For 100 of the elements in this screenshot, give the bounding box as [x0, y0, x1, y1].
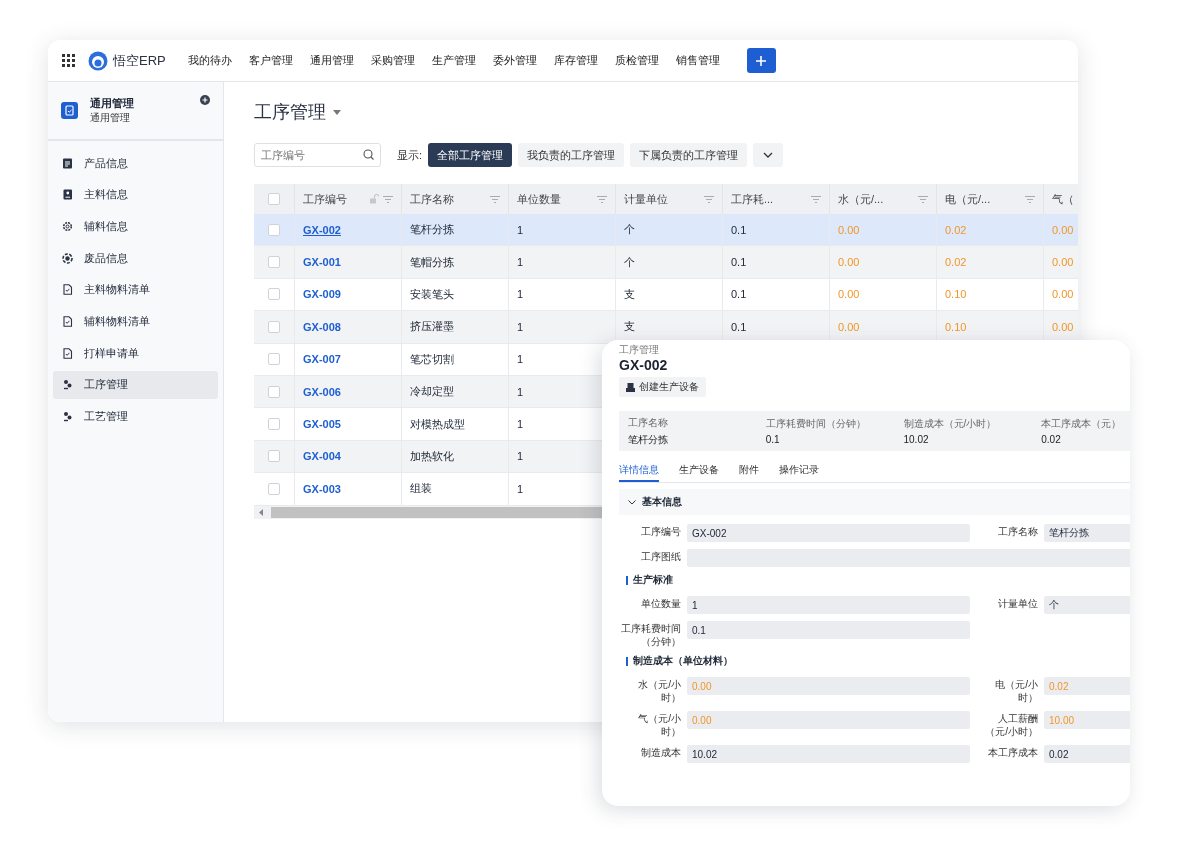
nav-link[interactable]: 采购管理 — [370, 53, 415, 68]
table-cell: 0.02 — [945, 256, 967, 269]
table-cell: 1 — [517, 256, 524, 269]
apps-grid-icon[interactable] — [62, 53, 76, 68]
filter-icon[interactable] — [597, 195, 607, 203]
filter-tab[interactable]: 我负责的工序管理 — [518, 143, 625, 167]
row-checkbox[interactable] — [268, 482, 280, 495]
table-row[interactable]: GX-009 安装笔头 1 支 0.1 0.00 0.10 0.00 — [254, 278, 1078, 312]
sidebar-item[interactable]: 产品信息 — [53, 149, 218, 177]
table-row[interactable]: GX-008 挤压灌墨 1 支 0.1 0.00 0.10 0.00 — [254, 311, 1078, 344]
filter-icon[interactable] — [704, 195, 714, 203]
section-header[interactable]: 基本信息 — [619, 489, 1130, 515]
nav-link[interactable]: 库存管理 — [553, 53, 598, 68]
detail-tab[interactable]: 操作记录 — [779, 463, 819, 482]
code-link[interactable]: GX-004 — [303, 450, 341, 463]
column-header[interactable]: 计量单位 — [624, 191, 698, 207]
nav-link[interactable]: 委外管理 — [492, 53, 537, 68]
row-checkbox[interactable] — [268, 223, 280, 236]
input-field[interactable]: GX-002 — [687, 524, 970, 542]
table-row[interactable]: GX-002 笔杆分拣 1 个 0.1 0.00 0.02 0.00 — [254, 214, 1078, 247]
column-header[interactable]: 单位数量 — [517, 191, 591, 207]
input-field[interactable]: 个 — [1044, 596, 1130, 614]
table-cell: 0.00 — [1052, 320, 1074, 333]
sidebar-item[interactable]: 主料物料清单 — [53, 275, 218, 304]
column-header[interactable]: 工序耗... — [731, 191, 805, 207]
column-header[interactable]: 气（ — [1052, 191, 1078, 207]
code-link[interactable]: GX-008 — [303, 320, 341, 333]
table-cell: 0.1 — [731, 320, 747, 333]
printer-icon — [626, 382, 635, 392]
column-header[interactable]: 电（元/... — [945, 191, 1019, 207]
select-all-checkbox[interactable] — [268, 193, 280, 205]
search-field[interactable]: 工序编号 — [254, 143, 381, 167]
section-title: 基本信息 — [642, 495, 682, 509]
summary-value: 笔杆分拣 — [628, 432, 669, 447]
chevron-icon[interactable] — [628, 499, 636, 505]
code-link[interactable]: GX-003 — [303, 482, 341, 495]
nav-link[interactable]: 生产管理 — [431, 53, 476, 68]
column-header[interactable]: 水（元/... — [838, 191, 912, 207]
column-header[interactable]: 工序名称 — [410, 191, 484, 207]
summary-label: 本工序成本（元） — [1041, 417, 1123, 431]
nav-link[interactable]: 我的待办 — [187, 53, 232, 68]
table-cell: 笔帽分拣 — [410, 254, 454, 270]
sidebar-item[interactable]: 辅料物料清单 — [53, 307, 218, 336]
code-link[interactable]: GX-001 — [303, 256, 341, 269]
table-row[interactable]: GX-001 笔帽分拣 1 个 0.1 0.00 0.02 0.00 — [254, 246, 1078, 279]
column-header[interactable]: 工序编号 — [303, 191, 363, 207]
table-cell: 0.1 — [731, 223, 747, 236]
filter-icon[interactable] — [490, 195, 500, 203]
nav-link[interactable]: 销售管理 — [675, 53, 720, 68]
table-cell: 0.10 — [945, 320, 967, 333]
add-circle-icon[interactable] — [200, 95, 210, 105]
row-checkbox[interactable] — [268, 418, 280, 431]
detail-tab[interactable]: 附件 — [739, 463, 759, 482]
summary-value: 0.02 — [1041, 434, 1062, 445]
code-link[interactable]: GX-007 — [303, 353, 341, 366]
nav-link[interactable]: 质检管理 — [614, 53, 659, 68]
sidebar-item[interactable]: 主料信息 — [53, 180, 218, 209]
input-field[interactable]: 0.02 — [1044, 745, 1130, 763]
breadcrumb: 工序管理 — [619, 343, 659, 357]
search-icon[interactable] — [363, 149, 374, 160]
row-checkbox[interactable] — [268, 320, 280, 333]
filter-icon[interactable] — [811, 195, 821, 203]
nav-link[interactable]: 通用管理 — [309, 53, 354, 68]
row-checkbox[interactable] — [268, 353, 280, 366]
more-filters-button[interactable] — [753, 143, 784, 167]
row-checkbox[interactable] — [268, 385, 280, 398]
table-cell: 笔芯切割 — [410, 351, 454, 367]
code-link[interactable]: GX-002 — [303, 223, 341, 236]
filter-tab[interactable]: 全部工序管理 — [428, 143, 513, 167]
sidebar-item[interactable]: 工序管理 — [53, 370, 218, 399]
lock-icon[interactable] — [369, 194, 379, 204]
table-cell: 0.00 — [1052, 256, 1074, 269]
scroll-left-icon[interactable] — [259, 508, 264, 516]
sidebar-item[interactable]: 辅料信息 — [53, 212, 218, 241]
page-title: 工序管理 — [254, 101, 326, 124]
row-checkbox[interactable] — [268, 450, 280, 463]
detail-tab[interactable]: 生产设备 — [679, 463, 719, 482]
nav-link[interactable]: 客户管理 — [248, 53, 293, 68]
caret-icon[interactable] — [333, 109, 341, 115]
input-field[interactable]: 0.1 — [687, 621, 970, 639]
input-field[interactable]: 笔杆分拣 — [1044, 524, 1130, 542]
code-link[interactable]: GX-005 — [303, 418, 341, 431]
create-equipment-button[interactable]: 创建生产设备 — [619, 377, 706, 397]
input-field[interactable]: 1 — [687, 596, 970, 614]
filter-icon[interactable] — [918, 195, 928, 203]
sidebar-item[interactable]: 工艺管理 — [53, 402, 218, 431]
input-field[interactable]: 10.02 — [687, 745, 970, 763]
filter-icon[interactable] — [383, 195, 393, 203]
row-checkbox[interactable] — [268, 256, 280, 269]
code-link[interactable]: GX-009 — [303, 288, 341, 301]
code-link[interactable]: GX-006 — [303, 385, 341, 398]
row-checkbox[interactable] — [268, 288, 280, 301]
filter-icon[interactable] — [1025, 195, 1035, 203]
sidebar-item[interactable]: 打样申请单 — [53, 339, 218, 368]
book-icon — [62, 189, 73, 201]
sidebar-item[interactable]: 废品信息 — [53, 244, 218, 273]
add-button[interactable] — [746, 48, 776, 73]
field-label: 气（元/小时） — [637, 712, 681, 738]
detail-tab[interactable]: 详情信息 — [619, 463, 659, 482]
filter-tab[interactable]: 下属负责的工序管理 — [630, 143, 748, 167]
